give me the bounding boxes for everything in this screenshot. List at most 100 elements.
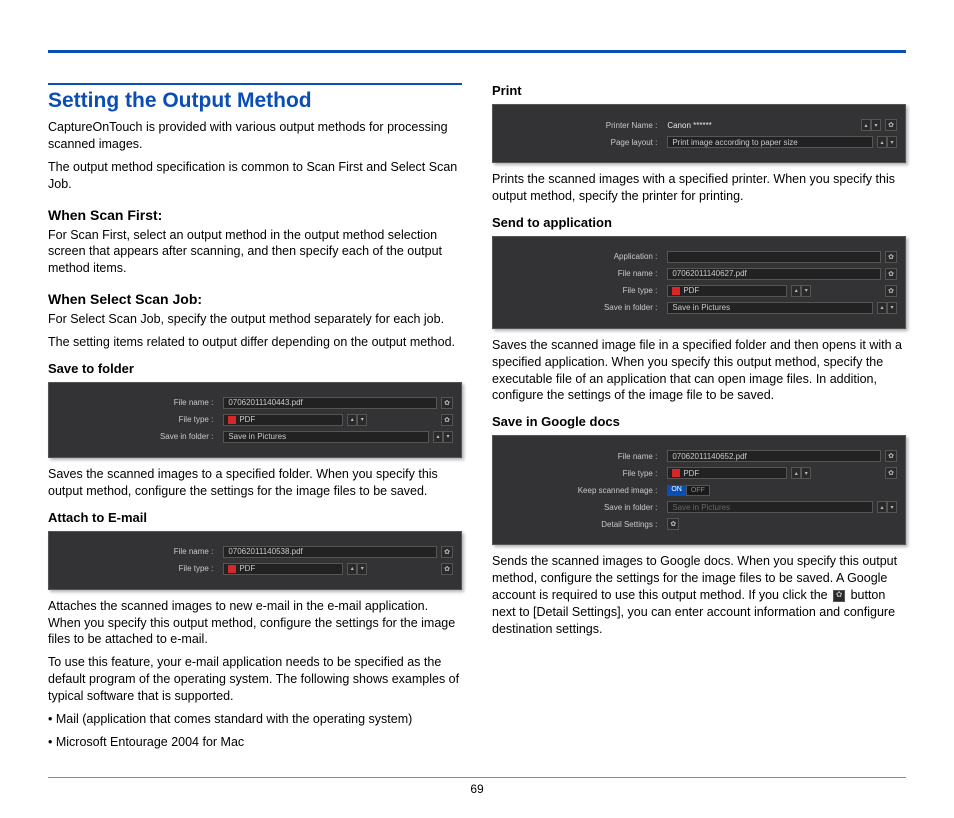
pdf-icon: [228, 565, 236, 573]
detail-row: Detail Settings : ✿: [501, 517, 897, 531]
save-to-folder-body: Saves the scanned images to a specified …: [48, 466, 462, 500]
gear-icon[interactable]: ✿: [441, 546, 453, 558]
savein-dropdown[interactable]: Save in Pictures: [223, 431, 429, 443]
google-docs-body: Sends the scanned images to Google docs.…: [492, 553, 906, 637]
save-to-folder-heading: Save to folder: [48, 361, 462, 376]
attach-email-body-2: To use this feature, your e-mail applica…: [48, 654, 462, 705]
select-scan-body-1: For Select Scan Job, specify the output …: [48, 311, 462, 328]
filetype-stepper[interactable]: ▴▾: [791, 467, 811, 479]
savein-dropdown: Save in Pictures: [667, 501, 873, 513]
keep-toggle[interactable]: ON OFF: [667, 485, 710, 496]
gear-icon: ✿: [833, 590, 845, 602]
keep-row: Keep scanned image : ON OFF: [501, 483, 897, 497]
gear-icon[interactable]: ✿: [885, 450, 897, 462]
bullet-item: • Microsoft Entourage 2004 for Mac: [48, 734, 462, 751]
detail-gear-button[interactable]: ✿: [667, 518, 679, 530]
left-column: Setting the Output Method CaptureOnTouch…: [48, 83, 462, 757]
scan-first-heading: When Scan First:: [48, 207, 462, 223]
savein-label: Save in folder :: [501, 303, 667, 312]
filename-label: File name :: [57, 398, 223, 407]
filetype-label: File type :: [501, 286, 667, 295]
gear-icon[interactable]: ✿: [885, 268, 897, 280]
filename-value: 07062011140538.pdf: [223, 546, 437, 558]
filetype-row: File type : PDF ▴▾ ✿: [57, 413, 453, 427]
attach-email-screenshot: File name : 07062011140538.pdf ✿ File ty…: [48, 531, 462, 590]
savein-label: Save in folder :: [501, 503, 667, 512]
save-to-folder-screenshot: File name : 07062011140443.pdf ✿ File ty…: [48, 382, 462, 458]
filetype-row: File type : PDF ▴▾ ✿: [501, 466, 897, 480]
filetype-dropdown[interactable]: PDF: [223, 414, 343, 426]
select-scan-heading: When Select Scan Job:: [48, 291, 462, 307]
print-heading: Print: [492, 83, 906, 98]
section-heading: Setting the Output Method: [48, 83, 462, 113]
gear-icon[interactable]: ✿: [441, 563, 453, 575]
savein-stepper[interactable]: ▴▾: [877, 302, 897, 314]
app-row: Application : ✿: [501, 250, 897, 264]
page-number: 69: [470, 782, 483, 796]
pdf-icon: [672, 287, 680, 295]
intro-paragraph-2: The output method specification is commo…: [48, 159, 462, 193]
filetype-label: File type :: [57, 564, 223, 573]
savein-row: Save in folder : Save in Pictures ▴▾: [501, 500, 897, 514]
layout-stepper[interactable]: ▴▾: [877, 136, 897, 148]
gear-icon[interactable]: ✿: [441, 414, 453, 426]
keep-label: Keep scanned image :: [501, 486, 667, 495]
filename-row: File name : 07062011140443.pdf ✿: [57, 396, 453, 410]
right-column: Print Printer Name : Canon ****** ▴▾ ✿ P…: [492, 83, 906, 757]
pdf-icon: [228, 416, 236, 424]
toggle-on: ON: [667, 485, 686, 496]
printer-row: Printer Name : Canon ****** ▴▾ ✿: [501, 118, 897, 132]
document-page: Setting the Output Method CaptureOnTouch…: [0, 0, 954, 818]
filename-label: File name :: [501, 452, 667, 461]
gear-icon[interactable]: ✿: [885, 119, 897, 131]
page-footer: 69: [48, 777, 906, 796]
filetype-dropdown[interactable]: PDF: [223, 563, 343, 575]
printer-label: Printer Name :: [501, 121, 667, 130]
pdf-icon: [672, 469, 680, 477]
savein-row: Save in folder : Save in Pictures ▴▾: [57, 430, 453, 444]
gear-icon[interactable]: ✿: [885, 467, 897, 479]
gear-icon[interactable]: ✿: [441, 397, 453, 409]
two-column-layout: Setting the Output Method CaptureOnTouch…: [48, 83, 906, 757]
gear-icon[interactable]: ✿: [885, 285, 897, 297]
filename-value: 07062011140627.pdf: [667, 268, 881, 280]
gear-icon[interactable]: ✿: [885, 251, 897, 263]
savein-stepper[interactable]: ▴▾: [433, 431, 453, 443]
filetype-row: File type : PDF ▴▾ ✿: [501, 284, 897, 298]
filetype-dropdown[interactable]: PDF: [667, 285, 787, 297]
savein-dropdown[interactable]: Save in Pictures: [667, 302, 873, 314]
print-stepper[interactable]: ▴▾: [861, 119, 881, 131]
savein-label: Save in folder :: [57, 432, 223, 441]
print-screenshot: Printer Name : Canon ****** ▴▾ ✿ Page la…: [492, 104, 906, 163]
send-app-body: Saves the scanned image file in a specif…: [492, 337, 906, 405]
send-app-screenshot: Application : ✿ File name : 070620111406…: [492, 236, 906, 329]
filetype-stepper[interactable]: ▴▾: [347, 563, 367, 575]
savein-row: Save in folder : Save in Pictures ▴▾: [501, 301, 897, 315]
filename-label: File name :: [57, 547, 223, 556]
toggle-off: OFF: [686, 485, 710, 496]
filetype-label: File type :: [501, 469, 667, 478]
layout-row: Page layout : Print image according to p…: [501, 135, 897, 149]
scan-first-body: For Scan First, select an output method …: [48, 227, 462, 278]
attach-email-body-1: Attaches the scanned images to new e-mai…: [48, 598, 462, 649]
filetype-stepper[interactable]: ▴▾: [347, 414, 367, 426]
filename-value: 07062011140443.pdf: [223, 397, 437, 409]
filename-row: File name : 07062011140627.pdf ✿: [501, 267, 897, 281]
app-field[interactable]: [667, 251, 881, 263]
intro-paragraph-1: CaptureOnTouch is provided with various …: [48, 119, 462, 153]
print-body: Prints the scanned images with a specifi…: [492, 171, 906, 205]
filename-label: File name :: [501, 269, 667, 278]
filetype-stepper[interactable]: ▴▾: [791, 285, 811, 297]
filetype-dropdown[interactable]: PDF: [667, 467, 787, 479]
layout-dropdown[interactable]: Print image according to paper size: [667, 136, 873, 148]
filetype-label: File type :: [57, 415, 223, 424]
attach-email-heading: Attach to E-mail: [48, 510, 462, 525]
email-bullets: • Mail (application that comes standard …: [48, 711, 462, 751]
filename-row: File name : 07062011140538.pdf ✿: [57, 545, 453, 559]
printer-value: Canon ******: [667, 121, 857, 130]
savein-stepper: ▴▾: [877, 501, 897, 513]
layout-label: Page layout :: [501, 138, 667, 147]
filename-value: 07062011140652.pdf: [667, 450, 881, 462]
filetype-row: File type : PDF ▴▾ ✿: [57, 562, 453, 576]
detail-label: Detail Settings :: [501, 520, 667, 529]
